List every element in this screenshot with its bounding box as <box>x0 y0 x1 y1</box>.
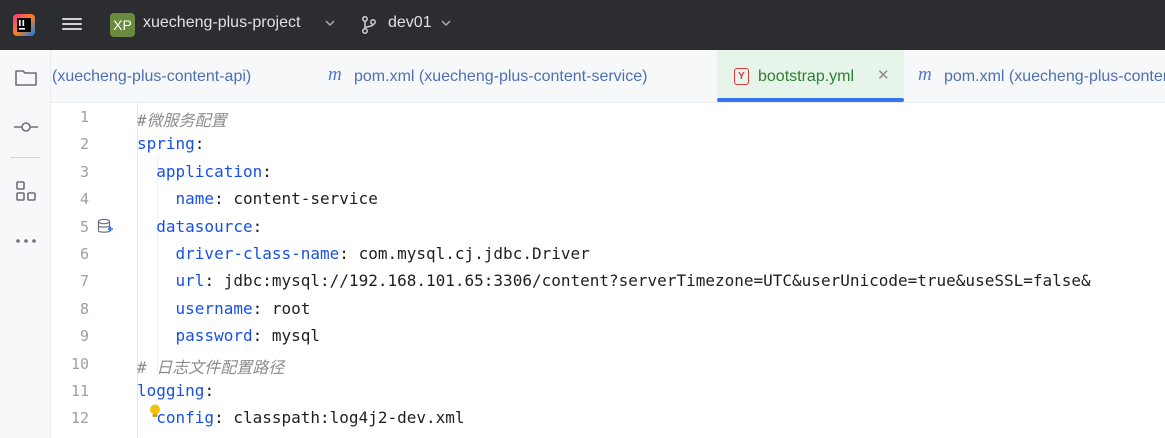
tab-label: bootstrap.yml <box>758 68 855 85</box>
yaml-separator: : <box>339 244 359 263</box>
yaml-file-icon: Y <box>734 68 749 85</box>
database-gutter-icon[interactable] <box>97 218 113 235</box>
more-tools-icon[interactable] <box>13 228 39 254</box>
yaml-key: name <box>175 189 215 209</box>
line-number: 6 <box>79 245 89 263</box>
code-line: spring: <box>137 134 204 153</box>
yaml-value: com.mysql.cj.jdbc.Driver <box>358 244 590 263</box>
yaml-key: logging <box>137 381 205 400</box>
tool-window-bar <box>0 50 51 438</box>
yaml-value: classpath:log4j2-dev.xml <box>233 408 465 428</box>
yaml-separator: : <box>262 161 272 181</box>
close-icon[interactable]: ✕ <box>877 66 890 84</box>
project-badge[interactable]: XP <box>110 13 135 37</box>
tab-pom-content-service[interactable]: m pom.xml (xuecheng-plus-content-service… <box>316 50 696 102</box>
structure-icon[interactable] <box>13 178 39 204</box>
tab-pom-content-service-2[interactable]: m pom.xml (xuecheng-plus-content-service… <box>904 50 1165 102</box>
yaml-separator: : <box>252 216 263 236</box>
maven-icon: m <box>918 64 932 85</box>
code-comment: #微服务配置 <box>137 111 227 130</box>
yaml-key: username <box>175 298 253 318</box>
yaml-separator: : <box>204 381 215 400</box>
active-tab-indicator <box>717 98 904 102</box>
yaml-separator: : <box>204 271 224 291</box>
yaml-separator: : <box>194 134 205 154</box>
line-number: 7 <box>79 272 89 291</box>
code-line: name: content-service <box>137 189 378 208</box>
project-name[interactable]: xuecheng-plus-project <box>143 14 300 32</box>
line-number: 2 <box>79 135 89 154</box>
line-number: 5 <box>79 217 89 236</box>
yaml-value: mysql <box>271 326 321 346</box>
code-line: logging: <box>137 381 214 400</box>
maven-icon: m <box>328 64 342 85</box>
toolbar-separator <box>10 157 40 158</box>
tab-label: pom.xml (xuecheng-plus-content-service) <box>354 68 648 85</box>
git-branch-icon <box>362 16 376 34</box>
yaml-key: datasource <box>156 216 253 236</box>
code-editor[interactable]: 1 #微服务配置 2 spring: 3 application: 4 name: con… <box>51 103 1165 438</box>
line-number: 10 <box>70 354 89 373</box>
code-comment: # 日志文件配置路径 <box>137 357 285 377</box>
yaml-value: root <box>271 298 311 318</box>
yaml-key: password <box>175 326 253 346</box>
yaml-key: url <box>175 271 205 291</box>
project-folder-icon[interactable] <box>13 64 39 90</box>
line-number: 4 <box>79 190 89 209</box>
code-line: #微服务配置 <box>137 107 227 131</box>
code-line: # 日志文件配置路径 <box>137 354 284 378</box>
code-line: datasource: <box>137 217 262 236</box>
yaml-separator: : <box>252 298 272 318</box>
commit-icon[interactable] <box>13 114 39 140</box>
code-line: url: jdbc:mysql://192.168.101.65:3306/co… <box>137 271 1091 290</box>
code-line: config: classpath:log4j2-dev.xml <box>137 408 465 428</box>
tab-label: (xuecheng-plus-content-api) <box>52 68 252 85</box>
main-menu-button[interactable] <box>62 15 84 35</box>
yaml-separator: : <box>214 189 234 209</box>
tab-label: pom.xml (xuecheng-plus-content-service) <box>944 68 1165 85</box>
line-number: 8 <box>79 299 89 318</box>
yaml-key: application <box>156 161 263 181</box>
line-number: 1 <box>79 108 89 126</box>
chevron-down-icon[interactable] <box>440 17 452 29</box>
line-number: 11 <box>70 382 89 400</box>
yaml-key: driver-class-name <box>175 244 340 263</box>
editor-tab-bar: (xuecheng-plus-content-api) m pom.xml (x… <box>51 50 1165 103</box>
yaml-key: config <box>156 408 215 428</box>
title-bar: XP xuecheng-plus-project dev01 <box>0 0 1165 50</box>
yaml-separator: : <box>252 326 272 346</box>
code-line: password: mysql <box>137 326 321 346</box>
tab-content-api[interactable]: (xuecheng-plus-content-api) <box>51 50 301 102</box>
line-number: 9 <box>79 327 89 346</box>
yaml-value: jdbc:mysql://192.168.101.65:3306/content… <box>223 271 1091 291</box>
line-number: 3 <box>79 162 89 181</box>
branch-name[interactable]: dev01 <box>388 14 432 32</box>
intellij-app-icon[interactable] <box>12 13 36 37</box>
chevron-down-icon[interactable] <box>324 17 336 29</box>
yaml-key: spring <box>137 134 195 154</box>
code-line: driver-class-name: com.mysql.cj.jdbc.Dri… <box>137 244 590 263</box>
code-line: application: <box>137 162 272 181</box>
code-line: username: root <box>137 298 311 318</box>
tab-bootstrap-yml[interactable]: Y bootstrap.yml ✕ <box>717 50 904 102</box>
yaml-separator: : <box>214 408 234 428</box>
yaml-value: content-service <box>233 189 378 209</box>
line-number: 12 <box>70 409 89 428</box>
